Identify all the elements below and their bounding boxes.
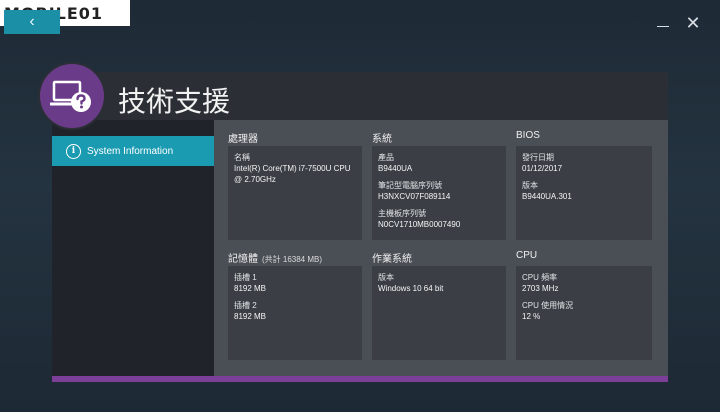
content-area: 處理器 名稱 Intel(R) Core(TM) i7-7500U CPU @ … xyxy=(214,120,668,376)
field-label: 發行日期 xyxy=(522,153,554,162)
section-title-bios: BIOS xyxy=(516,130,540,141)
section-title-system: 系統 xyxy=(372,134,392,145)
field-label: 版本 xyxy=(378,273,394,282)
field-label: 插槽 1 xyxy=(234,273,257,282)
field-label: 版本 xyxy=(522,181,538,190)
sidebar-item-system-information[interactable]: i System Information xyxy=(52,136,214,166)
laptop-help-icon xyxy=(50,80,91,112)
page-title: 技術支援 xyxy=(118,85,231,118)
section-title-memory: 記憶體 (共計 16384 MB) xyxy=(228,250,322,265)
field-label: 名稱 xyxy=(234,153,250,162)
field-value: 12 % xyxy=(522,312,541,321)
minimize-button[interactable] xyxy=(652,12,674,34)
card-cpu: CPU 頻率 2703 MHz CPU 使用情況 12 % xyxy=(516,266,652,360)
field-value: B9440UA xyxy=(378,164,413,173)
sidebar-item-label: System Information xyxy=(87,145,174,157)
card-os: 版本 Windows 10 64 bit xyxy=(372,266,506,360)
field-value: 8192 MB xyxy=(234,312,267,321)
field-value: 2703 MHz xyxy=(522,284,559,293)
main-panel: 技術支援 i System Information 處理器 名稱 Intel(R… xyxy=(52,72,668,382)
field-label: 產品 xyxy=(378,153,394,162)
card-bios: 發行日期 01/12/2017 版本 B9440UA.301 xyxy=(516,146,652,240)
field-value: Windows 10 64 bit xyxy=(378,284,444,293)
field-label: 筆記型電腦序列號 xyxy=(378,181,442,190)
field-value: H3NXCV07F089114 xyxy=(378,192,451,201)
section-title-os: 作業系統 xyxy=(372,254,412,265)
memory-total: (共計 16384 MB) xyxy=(262,255,323,264)
panel-header: 技術支援 xyxy=(52,72,668,120)
card-memory: 插槽 1 8192 MB 插槽 2 8192 MB xyxy=(228,266,362,360)
minimize-icon xyxy=(657,25,669,27)
card-system: 產品 B9440UA 筆記型電腦序列號 H3NXCV07F089114 主機板序… xyxy=(372,146,506,240)
card-cpu-info: 名稱 Intel(R) Core(TM) i7-7500U CPU @ 2.70… xyxy=(228,146,362,240)
field-value: B9440UA.301 xyxy=(522,192,572,201)
field-value: N0CV1710MB0007490 xyxy=(378,220,461,229)
info-icon: i xyxy=(66,143,81,159)
field-label: 插槽 2 xyxy=(234,301,257,310)
back-button[interactable]: ‹ xyxy=(4,10,60,34)
section-title-cpu: CPU xyxy=(516,250,538,261)
field-label: CPU 使用情況 xyxy=(522,301,574,310)
field-value: 8192 MB xyxy=(234,284,267,293)
field-value: 01/12/2017 xyxy=(522,164,563,173)
field-label: CPU 頻率 xyxy=(522,273,558,282)
chevron-left-icon: ‹ xyxy=(29,13,35,30)
memory-title: 記憶體 xyxy=(228,254,258,265)
section-title-cpu-info: 處理器 xyxy=(228,134,258,145)
support-logo xyxy=(40,64,104,128)
sidebar: i System Information xyxy=(52,120,214,376)
close-icon: ✕ xyxy=(685,12,701,33)
field-value: Intel(R) Core(TM) i7-7500U CPU @ 2.70GHz xyxy=(234,164,351,184)
footer-accent-bar xyxy=(52,376,668,382)
field-label: 主機板序列號 xyxy=(378,209,426,218)
close-button[interactable]: ✕ xyxy=(682,12,704,34)
